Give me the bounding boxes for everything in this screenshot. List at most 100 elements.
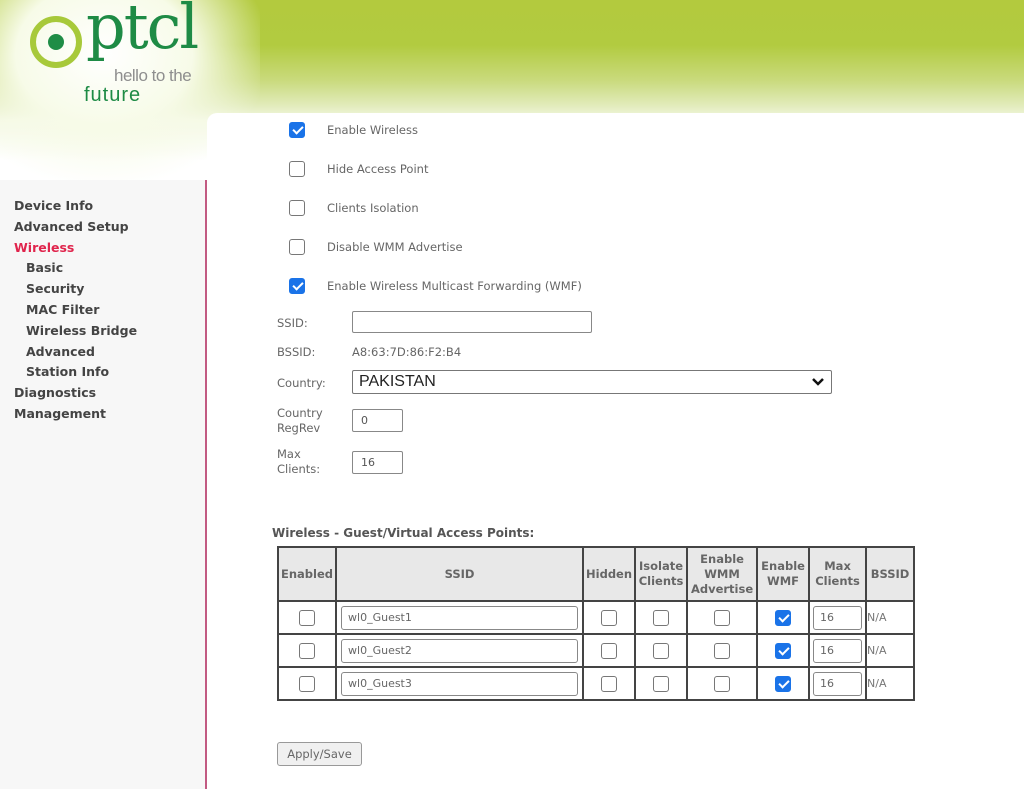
enable-wmm-advertise-cell (686, 633, 759, 668)
sidebar-item-wireless-bridge[interactable]: Wireless Bridge (14, 321, 205, 342)
hidden-cell (582, 666, 637, 701)
option-checkbox[interactable] (289, 161, 305, 177)
enable-wmm-advertise-cell (686, 666, 759, 701)
sidebar-item-device-info[interactable]: Device Info (14, 196, 205, 217)
max-clients-cell: 16 (808, 633, 868, 668)
isolate-clients-checkbox[interactable] (653, 675, 670, 692)
sidebar-item-basic[interactable]: Basic (14, 258, 205, 279)
option-label: Enable Wireless Multicast Forwarding (WM… (327, 279, 582, 293)
sidebar-item-advanced-setup[interactable]: Advanced Setup (14, 217, 205, 238)
ptcl-logo: ptcl hello to the future (28, 0, 208, 106)
guest-bssid: N/A (865, 633, 916, 668)
option-label: Enable Wireless (327, 123, 418, 137)
option-checkbox[interactable] (289, 122, 305, 138)
column-header-max-clients: Max Clients (808, 546, 868, 602)
enable-wmf-checkbox[interactable] (775, 609, 792, 626)
guest-ssid-input[interactable]: wl0_Guest2 (341, 638, 579, 663)
country-regrev-input[interactable]: 0 (352, 409, 403, 432)
bssid-label: BSSID: (277, 345, 316, 359)
hidden-checkbox[interactable] (601, 609, 618, 626)
logo-text: ptcl (86, 0, 199, 63)
sidebar: Device Info Advanced Setup Wireless Basic Se… (0, 180, 207, 789)
option-disable-wmm-advertise: Disable WMM Advertise (289, 238, 463, 256)
column-header-ssid: SSID (335, 546, 585, 602)
column-header-enabled: Enabled (276, 546, 338, 602)
isolate-clients-checkbox[interactable] (653, 609, 670, 626)
column-header-isolate-clients: Isolate Clients (634, 546, 689, 602)
guest-ssid-input[interactable]: wl0_Guest3 (341, 671, 579, 696)
option-checkbox[interactable] (289, 200, 305, 216)
hidden-cell (582, 633, 637, 668)
enabled-cell (276, 600, 338, 635)
ssid-cell: wl0_Guest1 (335, 600, 585, 635)
country-select[interactable]: PAKISTAN (352, 370, 832, 394)
ssid-cell: wl0_Guest2 (335, 633, 585, 668)
max-clients-input[interactable]: 16 (352, 451, 403, 474)
sidebar-item-management[interactable]: Management (14, 404, 205, 425)
enabled-cell (276, 633, 338, 668)
enable-wmm-advertise-checkbox[interactable] (714, 642, 731, 659)
sidebar-item-station-info[interactable]: Station Info (14, 362, 205, 383)
country-regrev-label: Country RegRev (277, 406, 323, 436)
enable-wmf-cell (756, 666, 811, 701)
guest-bssid: N/A (865, 666, 916, 701)
max-clients-cell: 16 (808, 666, 868, 701)
guest-ssid-input[interactable]: wl0_Guest1 (341, 605, 579, 630)
option-checkbox[interactable] (289, 278, 305, 294)
option-checkbox[interactable] (289, 239, 305, 255)
column-header-hidden: Hidden (582, 546, 637, 602)
enabled-checkbox[interactable] (299, 675, 315, 692)
hidden-checkbox[interactable] (601, 675, 618, 692)
sidebar-item-diagnostics[interactable]: Diagnostics (14, 383, 205, 404)
sidebar-nav: Device Info Advanced Setup Wireless Basic Se… (0, 180, 205, 425)
guest-ap-title: Wireless - Guest/Virtual Access Points: (272, 526, 535, 540)
guest-bssid: N/A (865, 600, 916, 635)
bssid-value: A8:63:7D:86:F2:B4 (352, 345, 462, 359)
guest-ap-table: Enabled SSID Hidden Isolate Clients Enable W… (276, 546, 916, 701)
option-label: Clients Isolation (327, 201, 419, 215)
isolate-clients-checkbox[interactable] (653, 642, 670, 659)
max-clients-cell: 16 (808, 600, 868, 635)
country-regrev-label-1: Country (277, 406, 323, 420)
enable-wmf-checkbox[interactable] (775, 642, 792, 659)
isolate-clients-cell (634, 666, 689, 701)
option-label: Hide Access Point (327, 162, 429, 176)
apply-save-button[interactable]: Apply/Save (277, 742, 362, 766)
enabled-cell (276, 666, 338, 701)
table-row: wl0_Guest1 16 N/A (276, 600, 916, 635)
option-enable-wireless-multicast-forwarding-wmf: Enable Wireless Multicast Forwarding (WM… (289, 277, 582, 295)
country-regrev-label-2: RegRev (277, 421, 321, 435)
sidebar-item-advanced[interactable]: Advanced (14, 342, 205, 363)
sidebar-item-wireless[interactable]: Wireless (14, 238, 205, 259)
logo-ring-icon (30, 16, 82, 68)
column-header-enable-wmm-advertise: Enable WMM Advertise (686, 546, 759, 602)
option-clients-isolation: Clients Isolation (289, 199, 419, 217)
enabled-checkbox[interactable] (299, 609, 315, 626)
enabled-checkbox[interactable] (299, 642, 315, 659)
sidebar-item-security[interactable]: Security (14, 279, 205, 300)
table-row: wl0_Guest3 16 N/A (276, 666, 916, 701)
guest-max-clients-input[interactable]: 16 (813, 605, 863, 630)
max-clients-label-2: Clients: (277, 462, 321, 476)
guest-max-clients-input[interactable]: 16 (813, 638, 863, 663)
option-enable-wireless: Enable Wireless (289, 121, 418, 139)
enable-wmm-advertise-checkbox[interactable] (714, 675, 731, 692)
max-clients-label: Max Clients: (277, 447, 320, 477)
option-hide-access-point: Hide Access Point (289, 160, 428, 178)
sidebar-item-mac-filter[interactable]: MAC Filter (14, 300, 205, 321)
chevron-down-icon (812, 378, 824, 386)
logo-tagline: hello to the (114, 66, 192, 85)
enable-wmm-advertise-checkbox[interactable] (714, 609, 731, 626)
country-label: Country: (277, 376, 326, 390)
hidden-cell (582, 600, 637, 635)
ssid-input[interactable] (352, 311, 592, 333)
enable-wmf-cell (756, 633, 811, 668)
enable-wmm-advertise-cell (686, 600, 759, 635)
enable-wmf-checkbox[interactable] (775, 675, 792, 692)
option-label: Disable WMM Advertise (327, 240, 463, 254)
logo-tagline-future: future (84, 84, 142, 106)
column-header-bssid: BSSID (865, 546, 916, 602)
isolate-clients-cell (634, 633, 689, 668)
hidden-checkbox[interactable] (601, 642, 618, 659)
guest-max-clients-input[interactable]: 16 (813, 671, 863, 696)
